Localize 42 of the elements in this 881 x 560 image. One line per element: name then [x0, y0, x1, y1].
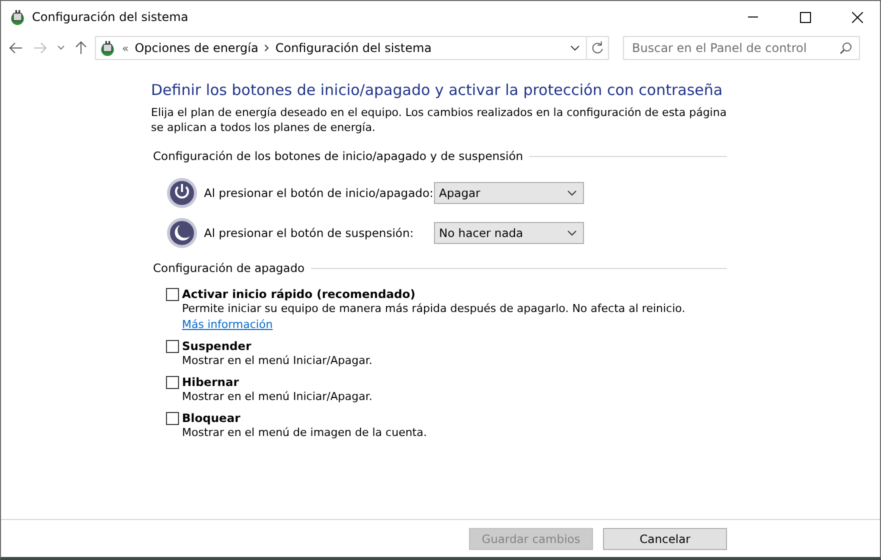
option-description: Permite iniciar su equipo de manera más rápida después de apagarlo. No afecta al reinicio. Más información — [182, 301, 686, 333]
breadcrumb[interactable]: Opciones de energía — [134, 41, 258, 55]
page-heading: Definir los botones de inicio/apagado y activar la protección con contraseña — [151, 81, 724, 99]
intro-text: Elija el plan de energía deseado en el equipo. Los cambios realizados en la configuración de esta página se aplican a todos los planes de energía. — [151, 105, 728, 135]
search-icon — [840, 42, 852, 54]
maximize-icon — [800, 12, 810, 22]
address-bar[interactable]: « Opciones de energía Configuración del sistema — [95, 36, 609, 60]
checkbox[interactable] — [166, 340, 179, 352]
section-title: Configuración de apagado — [153, 261, 305, 275]
power-plug-icon — [99, 40, 116, 56]
overflow-marker: « — [122, 42, 129, 54]
section-title: Configuración de los botones de inicio/apagado y de suspensión — [153, 149, 524, 163]
close-icon — [852, 12, 862, 22]
option-label[interactable]: Bloquear — [182, 411, 240, 425]
power-plug-icon — [9, 8, 26, 26]
checkbox[interactable] — [166, 288, 179, 300]
back-button[interactable] — [7, 40, 25, 56]
moon-icon — [166, 217, 198, 249]
up-button[interactable] — [73, 39, 89, 57]
breadcrumb[interactable]: Configuración del sistema — [275, 41, 432, 55]
chevron-down-icon — [57, 45, 65, 51]
action-dropdown[interactable]: No hacer nada — [434, 222, 584, 244]
power-icon — [166, 177, 198, 209]
option-label[interactable]: Activar inicio rápido (recomendado) — [182, 287, 416, 301]
option-description: Mostrar en el menú de imagen de la cuenta. — [182, 425, 428, 441]
chevron-down-icon — [567, 190, 577, 196]
chevron-down-icon — [567, 230, 577, 236]
search-field[interactable]: Buscar en el Panel de control — [623, 36, 860, 60]
action-label: Al presionar el botón de inicio/apagado: — [204, 186, 434, 200]
more-info-link[interactable]: Más información — [182, 318, 273, 331]
option-label[interactable]: Suspender — [182, 339, 252, 353]
option-label[interactable]: Hibernar — [182, 375, 239, 389]
action-dropdown[interactable]: Apagar — [434, 182, 584, 204]
cancel-button[interactable]: Cancelar — [603, 528, 727, 550]
window-title: Configuración del sistema — [32, 10, 190, 24]
checkbox[interactable] — [166, 376, 179, 388]
chevron-right-icon — [264, 44, 270, 52]
action-label: Al presionar el botón de suspensión: — [204, 226, 415, 240]
option-description: Mostrar en el menú Iniciar/Apagar. — [182, 389, 374, 405]
checkbox[interactable] — [166, 412, 179, 424]
option-description: Mostrar en el menú Iniciar/Apagar. — [182, 353, 374, 369]
chevron-down-icon — [570, 45, 580, 51]
